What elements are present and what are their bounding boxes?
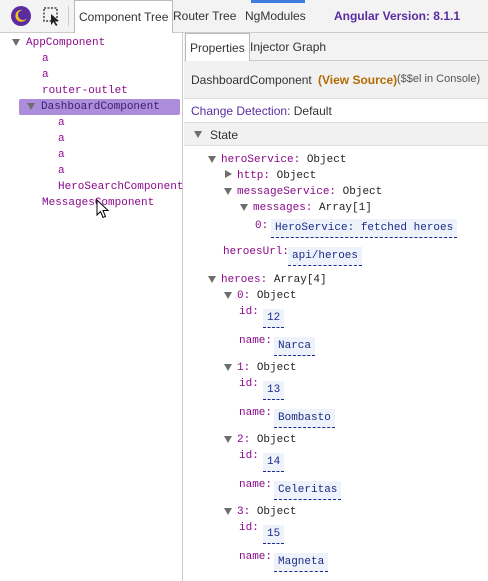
- prop-key: messageService:: [237, 186, 337, 198]
- prop-heroes[interactable]: heroes: Array[4]: [221, 273, 327, 287]
- tree-node-anchor[interactable]: a: [58, 115, 65, 131]
- prop-value-id[interactable]: 13: [263, 381, 285, 400]
- prop-key: 0:: [237, 290, 251, 302]
- prop-key-id: id:: [239, 522, 259, 534]
- expand-triangle-icon[interactable]: [224, 188, 232, 195]
- expand-triangle-icon[interactable]: [208, 156, 216, 163]
- tab-hover-indicator: [251, 0, 305, 3]
- prop-key: heroes:: [221, 274, 268, 286]
- expand-triangle-icon[interactable]: [208, 276, 216, 283]
- prop-value-id[interactable]: 15: [263, 525, 285, 544]
- prop-value-id[interactable]: 14: [263, 453, 285, 472]
- prop-key-name: name:: [239, 407, 273, 419]
- change-detection-row: Change Detection: Default: [191, 104, 332, 118]
- prop-key-heroesurl: heroesUrl:: [223, 246, 290, 258]
- prop-type: Object: [342, 186, 383, 198]
- change-detection-label: Change Detection:: [191, 104, 291, 118]
- collapse-triangle-icon[interactable]: [194, 131, 202, 138]
- tree-node-anchor[interactable]: a: [58, 163, 65, 179]
- tree-node-herosearchcomponent[interactable]: HeroSearchComponent: [58, 179, 183, 195]
- tab-ngmodules[interactable]: NgModules: [245, 0, 306, 32]
- hero-item[interactable]: 2: Object: [237, 433, 296, 447]
- prop-key-id: id:: [239, 306, 259, 318]
- tree-node-anchor[interactable]: a: [58, 147, 65, 163]
- prop-value-heroesurl[interactable]: api/heroes: [288, 247, 363, 266]
- top-toolbar: Component Tree Router Tree NgModules Ang…: [0, 0, 488, 33]
- mouse-cursor-icon: [96, 199, 110, 219]
- component-name: DashboardComponent: [191, 73, 312, 87]
- prop-type: Object: [256, 290, 297, 302]
- prop-value-message[interactable]: HeroService: fetched heroes: [271, 219, 458, 238]
- expand-triangle-icon[interactable]: [240, 204, 248, 211]
- prop-key: http:: [237, 170, 271, 182]
- hero-item[interactable]: 0: Object: [237, 289, 296, 303]
- prop-key: 0:: [255, 220, 269, 232]
- tree-node-appcomponent[interactable]: AppComponent: [26, 35, 105, 51]
- prop-messageservice[interactable]: messageService: Object: [237, 185, 382, 199]
- expand-triangle-icon[interactable]: [12, 39, 20, 46]
- prop-type: Object: [256, 434, 297, 446]
- tab-component-tree[interactable]: Component Tree: [74, 0, 174, 33]
- tree-node-anchor[interactable]: a: [42, 51, 49, 67]
- prop-key: 1:: [237, 362, 251, 374]
- expand-triangle-icon[interactable]: [224, 364, 232, 371]
- prop-key: 3:: [237, 506, 251, 518]
- prop-key-name: name:: [239, 335, 273, 347]
- view-source-link[interactable]: (View Source): [318, 73, 397, 87]
- prop-value-id[interactable]: 12: [263, 309, 285, 328]
- expand-triangle-icon[interactable]: [27, 103, 35, 110]
- state-label: State: [210, 128, 239, 142]
- state-section-header[interactable]: State: [184, 122, 488, 146]
- inspect-element-icon[interactable]: [41, 5, 63, 27]
- hero-item[interactable]: 1: Object: [237, 361, 296, 375]
- prop-type: Object: [276, 170, 317, 182]
- hero-item[interactable]: 3: Object: [237, 505, 296, 519]
- tree-node-anchor[interactable]: a: [42, 67, 49, 83]
- component-tree-panel: AppComponent a a router-outlet Dashboard…: [0, 33, 183, 581]
- tree-node-anchor[interactable]: a: [58, 131, 65, 147]
- prop-type: Array[4]: [273, 274, 327, 286]
- toolbar-separator: [68, 6, 69, 26]
- prop-heroservice[interactable]: heroService: Object: [221, 153, 346, 167]
- prop-key-id: id:: [239, 450, 259, 462]
- tree-node-router-outlet[interactable]: router-outlet: [42, 83, 128, 99]
- prop-value-name[interactable]: Bombasto: [274, 409, 335, 428]
- component-header: DashboardComponent (View Source) ($$el i…: [184, 61, 488, 99]
- prop-key-name: name:: [239, 551, 273, 563]
- prop-key-name: name:: [239, 479, 273, 491]
- angular-devtools-logo-icon[interactable]: [10, 5, 32, 27]
- prop-key: 2:: [237, 434, 251, 446]
- change-detection-value: Default: [293, 104, 332, 118]
- console-reference: ($$el in Console): [397, 73, 481, 85]
- expand-triangle-icon[interactable]: [224, 436, 232, 443]
- prop-key-id: id:: [239, 378, 259, 390]
- prop-type: Object: [256, 362, 297, 374]
- detail-tabs: Properties Injector Graph: [184, 33, 488, 62]
- prop-key: messages:: [253, 202, 313, 214]
- prop-messages[interactable]: messages: Array[1]: [253, 201, 372, 215]
- expand-triangle-icon[interactable]: [224, 292, 232, 299]
- angular-version: Angular Version: 8.1.1: [333, 9, 460, 23]
- prop-value-name[interactable]: Narca: [274, 337, 316, 356]
- prop-http[interactable]: http: Object: [237, 169, 316, 183]
- properties-panel: Properties Injector Graph DashboardCompo…: [184, 33, 488, 581]
- prop-key: heroService:: [221, 154, 301, 166]
- tree-node-dashboardcomponent[interactable]: DashboardComponent: [19, 99, 180, 115]
- prop-value-name[interactable]: Celeritas: [274, 481, 342, 500]
- prop-type: Object: [256, 506, 297, 518]
- tab-router-tree[interactable]: Router Tree: [173, 0, 236, 32]
- prop-type: Object: [306, 154, 347, 166]
- tab-injector-graph[interactable]: Injector Graph: [246, 33, 330, 61]
- collapsed-triangle-icon[interactable]: [225, 170, 232, 178]
- prop-value-name[interactable]: Magneta: [274, 553, 329, 572]
- expand-triangle-icon[interactable]: [224, 508, 232, 515]
- prop-type: Array[1]: [319, 202, 372, 214]
- tab-properties[interactable]: Properties: [185, 33, 250, 62]
